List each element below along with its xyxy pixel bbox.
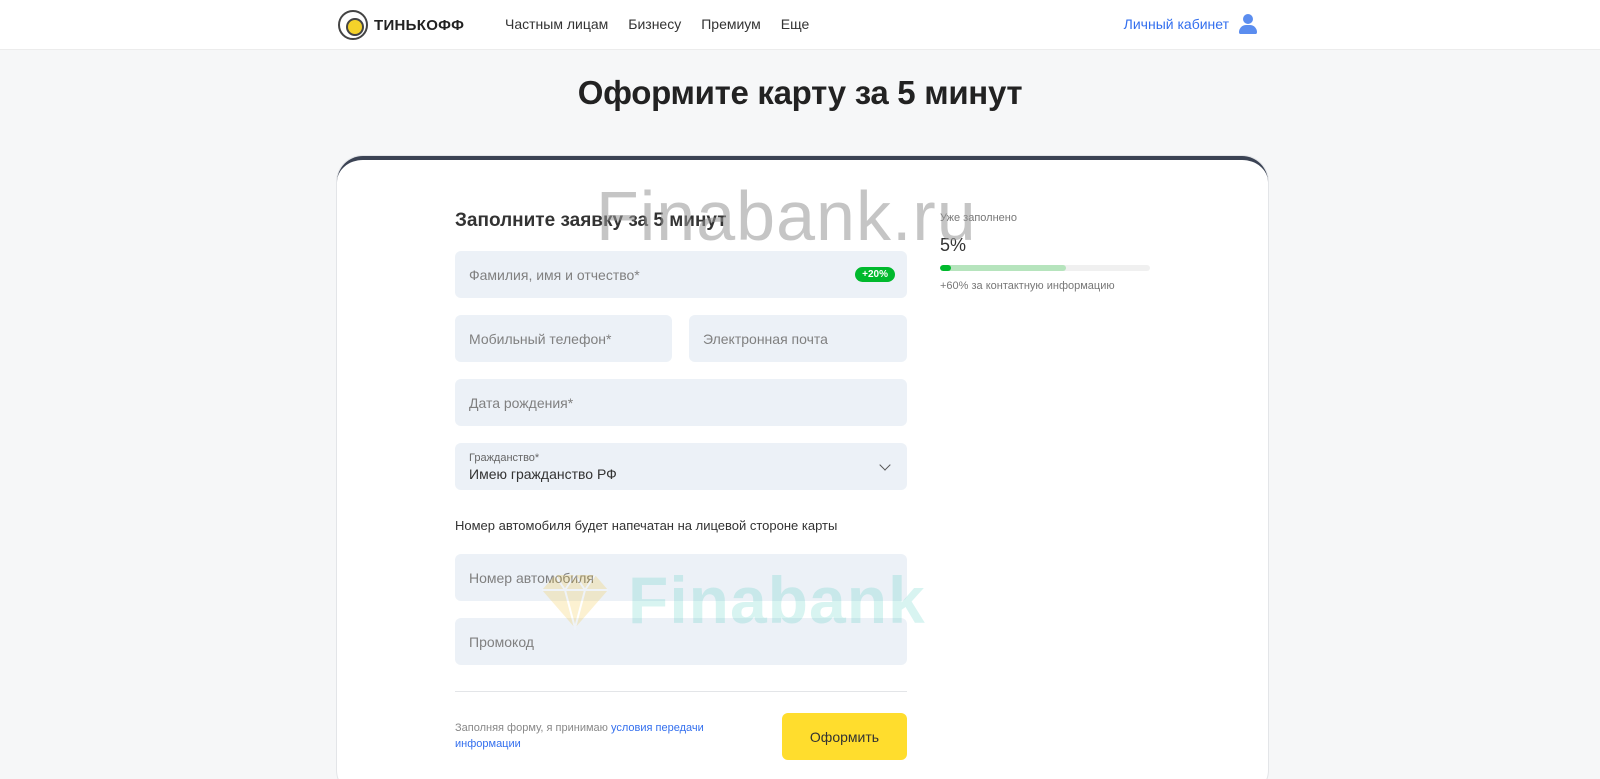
birthdate-field[interactable]: Дата рождения* — [455, 379, 907, 426]
progress-bar — [940, 265, 1150, 271]
nav-item-business[interactable]: Бизнесу — [628, 16, 681, 32]
submit-button[interactable]: Оформить — [782, 713, 907, 760]
nav-item-more[interactable]: Еще — [781, 16, 810, 32]
form-heading: Заполните заявку за 5 минут — [455, 210, 727, 231]
progress-value: 5% — [940, 235, 967, 255]
progress-potential-fill — [940, 265, 1066, 271]
bank-emblem-icon — [338, 10, 368, 40]
email-field[interactable]: Электронная почта — [689, 315, 907, 362]
promo-code-field[interactable]: Промокод — [455, 618, 907, 665]
progress-label: Уже заполнено — [940, 212, 1017, 224]
personal-cabinet[interactable]: Личный кабинет — [1124, 14, 1257, 34]
nav-item-premium[interactable]: Премиум — [701, 16, 761, 32]
site-header: ТИНЬКОФФ Частным лицам Бизнесу Премиум Е… — [0, 0, 1600, 50]
email-placeholder: Электронная почта — [703, 330, 828, 347]
phone-placeholder: Мобильный телефон* — [469, 330, 612, 347]
fio-field[interactable]: Фамилия, имя и отчество* +20% — [455, 251, 907, 298]
car-number-field[interactable]: Номер автомобиля — [455, 554, 907, 601]
birthdate-placeholder: Дата рождения* — [469, 394, 574, 411]
nav-item-private[interactable]: Частным лицам — [505, 16, 608, 32]
progress-fill — [940, 265, 951, 271]
citizenship-label: Гражданство* — [469, 451, 540, 464]
chevron-down-icon — [879, 459, 891, 471]
logo-text: ТИНЬКОФФ — [374, 16, 465, 34]
consent-prefix: Заполняя форму, я принимаю — [455, 722, 611, 734]
main-nav: Частным лицам Бизнесу Премиум Еще — [505, 16, 809, 32]
phone-field[interactable]: Мобильный телефон* — [455, 315, 672, 362]
fio-placeholder: Фамилия, имя и отчество* — [469, 266, 640, 283]
page-title: Оформите карту за 5 минут — [577, 74, 1023, 111]
consent-text: Заполняя форму, я принимаю условия перед… — [455, 720, 735, 752]
form-divider — [455, 691, 907, 692]
tinkoff-logo[interactable]: ТИНЬКОФФ — [338, 10, 464, 40]
fio-progress-badge: +20% — [855, 267, 895, 282]
personal-cabinet-link[interactable]: Личный кабинет — [1124, 16, 1229, 32]
progress-hint: +60% за контактную информацию — [940, 280, 1115, 292]
car-number-info: Номер автомобиля будет напечатан на лице… — [455, 518, 838, 533]
car-number-placeholder: Номер автомобиля — [469, 569, 594, 586]
promo-code-placeholder: Промокод — [469, 633, 534, 650]
citizenship-value: Имею гражданство РФ — [469, 465, 617, 482]
citizenship-select[interactable]: Гражданство* Имею гражданство РФ — [455, 443, 907, 490]
user-icon[interactable] — [1239, 14, 1257, 34]
